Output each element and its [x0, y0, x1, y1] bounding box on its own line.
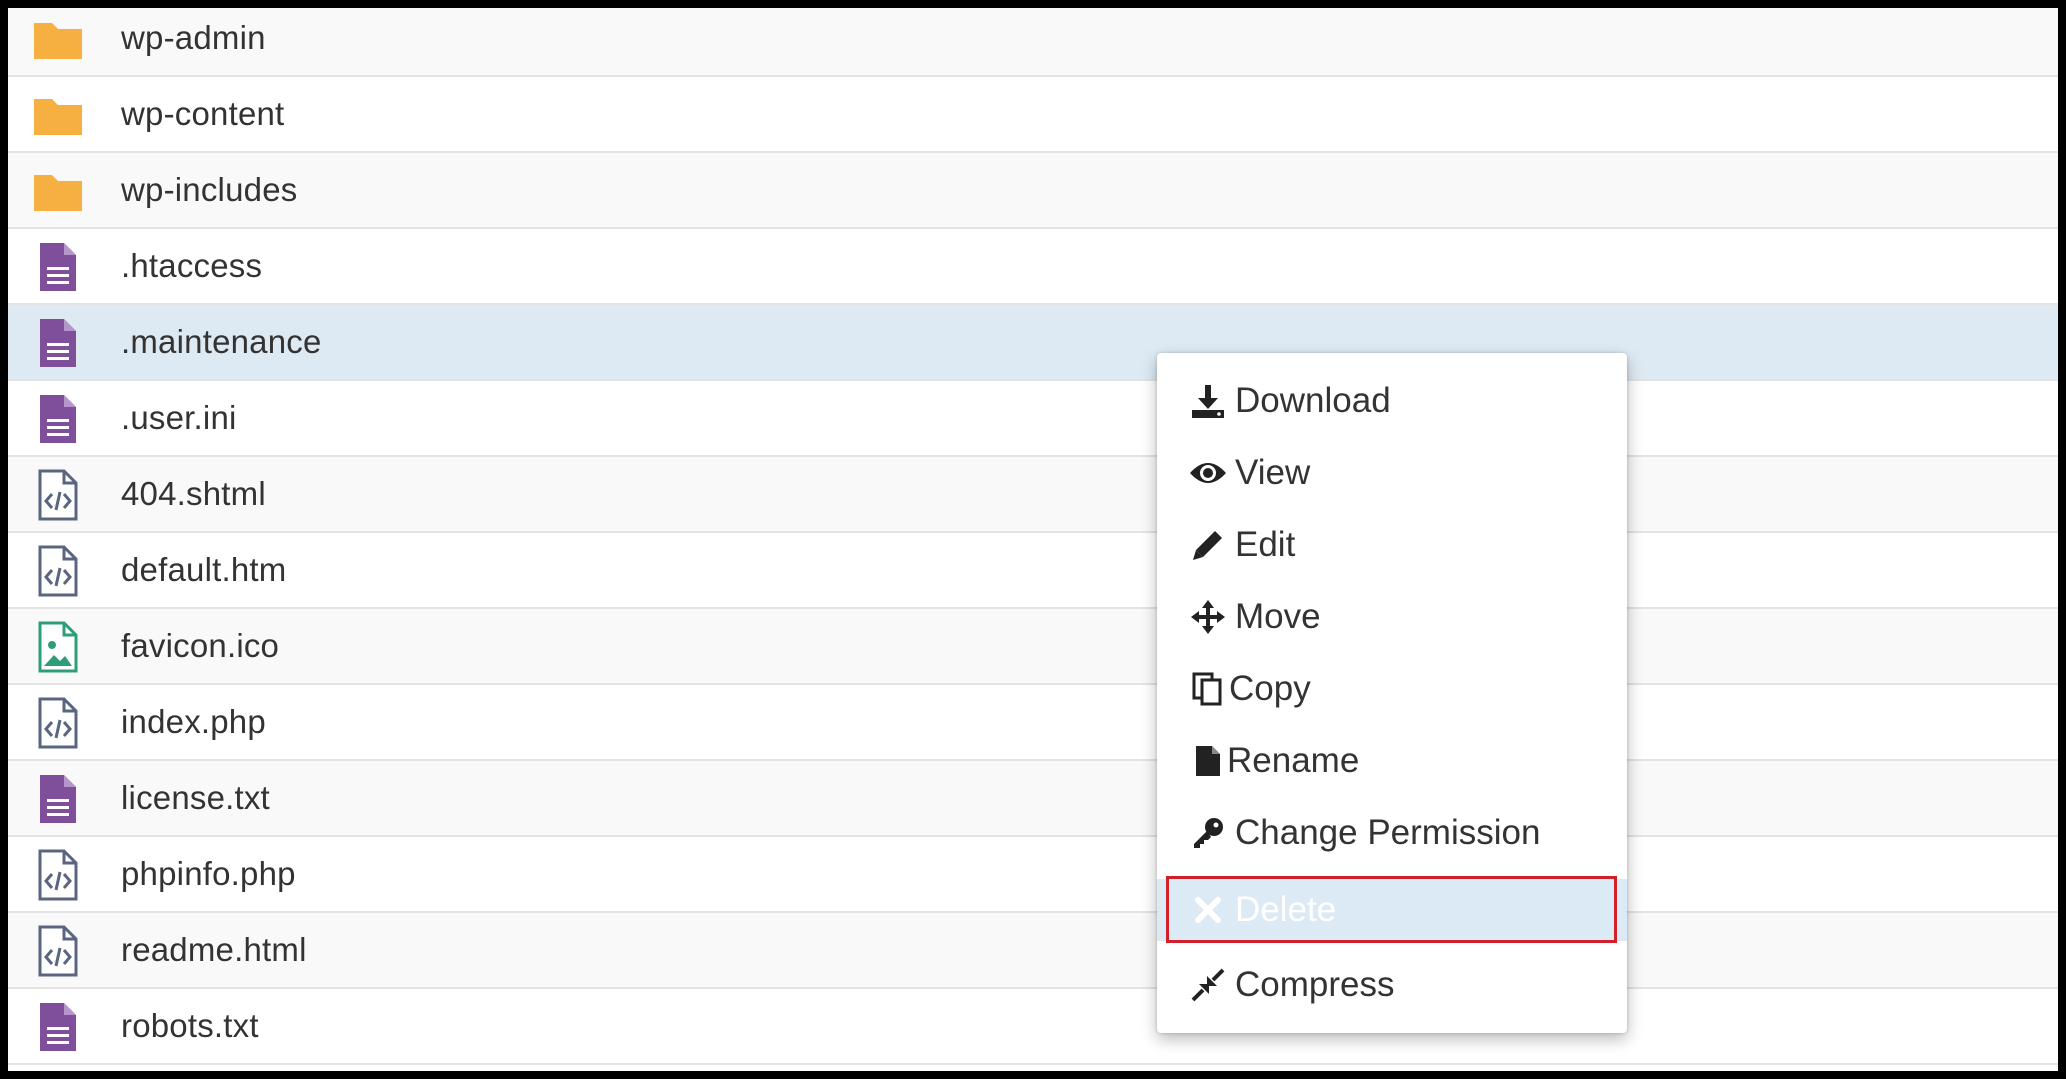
- menu-item-move[interactable]: Move: [1157, 587, 1627, 647]
- close-icon: [1189, 891, 1227, 929]
- file-name: index.php: [121, 703, 266, 740]
- menu-item-label: Change Permission: [1235, 813, 1541, 852]
- code-file-icon: [28, 465, 88, 525]
- context-menu: Download View Edit Move Copy Rename Chan…: [1157, 353, 1627, 1033]
- file-row-maintenance[interactable]: .maintenance: [8, 305, 2058, 381]
- menu-item-copy[interactable]: Copy: [1157, 659, 1627, 719]
- file-name: .htaccess: [121, 247, 263, 284]
- file-icon: [1189, 742, 1227, 780]
- menu-item-label: Compress: [1235, 965, 1395, 1004]
- file-name: wp-includes: [121, 171, 298, 208]
- code-file-icon: [28, 693, 88, 753]
- compress-icon: [1189, 966, 1227, 1004]
- text-file-icon: [28, 769, 88, 829]
- image-file-icon: [28, 617, 88, 677]
- file-manager: wp-admin wp-content wp-includes .htacces…: [8, 8, 2058, 1071]
- file-row-htaccess[interactable]: .htaccess: [8, 229, 2058, 305]
- text-file-icon: [28, 237, 88, 297]
- file-name: license.txt: [121, 779, 270, 816]
- code-file-icon: [28, 541, 88, 601]
- file-name: wp-admin: [121, 19, 266, 56]
- file-name: .maintenance: [121, 323, 322, 360]
- file-row-index-php[interactable]: index.php: [8, 685, 2058, 761]
- menu-item-label: View: [1235, 453, 1311, 492]
- file-name: phpinfo.php: [121, 855, 296, 892]
- folder-icon: [28, 161, 88, 221]
- key-icon: [1189, 814, 1227, 852]
- menu-item-label: Move: [1235, 597, 1321, 636]
- text-file-icon: [28, 997, 88, 1057]
- copy-icon: [1189, 670, 1227, 708]
- file-row-readme-html[interactable]: readme.html: [8, 913, 2058, 989]
- menu-item-label: Delete: [1235, 890, 1337, 929]
- file-row-license-txt[interactable]: license.txt: [8, 761, 2058, 837]
- pencil-icon: [1189, 526, 1227, 564]
- file-name: 404.shtml: [121, 475, 266, 512]
- menu-item-edit[interactable]: Edit: [1157, 515, 1627, 575]
- menu-item-view[interactable]: View: [1157, 443, 1627, 503]
- file-name: wp-content: [121, 95, 285, 132]
- menu-item-label: Copy: [1229, 669, 1311, 708]
- file-row-robots-txt[interactable]: robots.txt: [8, 989, 2058, 1065]
- download-icon: [1189, 382, 1227, 420]
- file-name: default.htm: [121, 551, 287, 588]
- folder-icon: [28, 85, 88, 145]
- code-file-icon: [28, 921, 88, 981]
- move-arrows-icon: [1189, 598, 1227, 636]
- file-row-wp-content[interactable]: wp-content: [8, 77, 2058, 153]
- menu-item-delete[interactable]: Delete: [1157, 879, 1627, 941]
- text-file-icon: [28, 389, 88, 449]
- menu-item-label: Download: [1235, 381, 1391, 420]
- file-row-default-htm[interactable]: default.htm: [8, 533, 2058, 609]
- file-row-user-ini[interactable]: .user.ini: [8, 381, 2058, 457]
- file-row-phpinfo-php[interactable]: phpinfo.php: [8, 837, 2058, 913]
- menu-item-label: Edit: [1235, 525, 1296, 564]
- file-row-wp-includes[interactable]: wp-includes: [8, 153, 2058, 229]
- menu-item-label: Rename: [1227, 741, 1360, 780]
- folder-icon: [28, 9, 88, 69]
- file-name: robots.txt: [121, 1007, 259, 1044]
- file-row-wp-admin[interactable]: wp-admin: [8, 8, 2058, 77]
- eye-icon: [1189, 454, 1227, 492]
- file-name: readme.html: [121, 931, 307, 968]
- menu-item-rename[interactable]: Rename: [1157, 731, 1627, 791]
- text-file-icon: [28, 313, 88, 373]
- file-name: favicon.ico: [121, 627, 280, 664]
- menu-item-change-permission[interactable]: Change Permission: [1157, 803, 1627, 863]
- file-name: .user.ini: [121, 399, 237, 436]
- file-row-favicon-ico[interactable]: favicon.ico: [8, 609, 2058, 685]
- code-file-icon: [28, 845, 88, 905]
- menu-item-compress[interactable]: Compress: [1157, 955, 1627, 1015]
- file-row-404-shtml[interactable]: 404.shtml: [8, 457, 2058, 533]
- menu-item-download[interactable]: Download: [1157, 371, 1627, 431]
